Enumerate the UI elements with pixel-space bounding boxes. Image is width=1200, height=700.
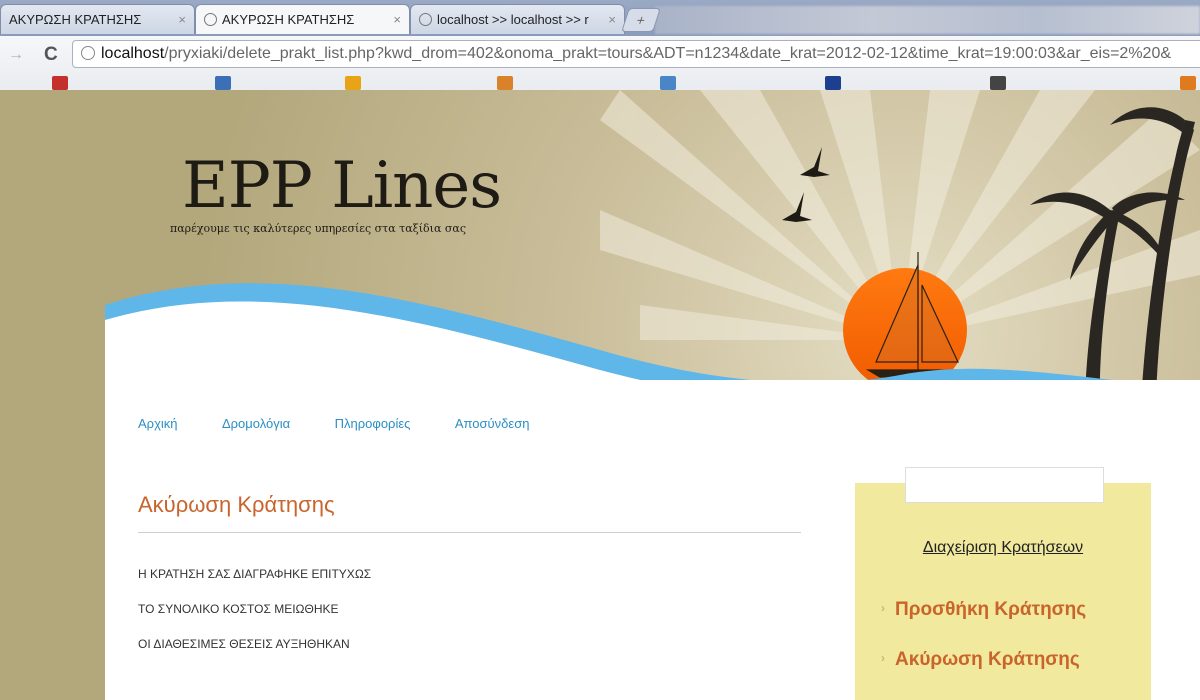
content-area: Αρχική Δρομολόγια Πληροφορίες Αποσύνδεση… <box>105 380 1200 700</box>
page-title: Ακύρωση Κράτησης <box>138 492 335 517</box>
nav-home[interactable]: Αρχική <box>138 416 178 431</box>
nav-info[interactable]: Πληροφορίες <box>335 416 411 431</box>
message-line: ΟΙ ΔΙΑΘΕΣΙΜΕΣ ΘΕΣΕΙΣ ΑΥΞΗΘΗΚΑΝ <box>138 637 350 651</box>
url-host: localhost <box>101 45 165 62</box>
tab-label: localhost >> localhost >> r <box>437 12 589 27</box>
divider <box>138 532 801 533</box>
sidebar-search-box[interactable] <box>905 467 1104 503</box>
sidebar-arrow-icon: › <box>881 601 885 615</box>
bookmark-icon[interactable] <box>497 76 513 90</box>
nav-routes[interactable]: Δρομολόγια <box>222 416 290 431</box>
bookmark-icon[interactable] <box>825 76 841 90</box>
globe-icon <box>81 46 95 60</box>
forward-arrow-icon[interactable]: → <box>8 46 24 64</box>
address-bar[interactable]: localhost/pryxiaki/delete_prakt_list.php… <box>72 40 1200 68</box>
globe-icon <box>204 13 217 26</box>
bookmark-icon[interactable] <box>215 76 231 90</box>
toolbar: → C localhost/pryxiaki/delete_prakt_list… <box>0 36 1200 90</box>
tab-2-active[interactable]: ΑΚΥΡΩΣΗ ΚΡΑΤΗΣΗΣ × <box>195 4 410 34</box>
main-nav: Αρχική Δρομολόγια Πληροφορίες Αποσύνδεση <box>138 415 569 433</box>
sidebar-arrow-icon: › <box>881 651 885 665</box>
sidebar-item-cancel-booking[interactable]: › Ακύρωση Κράτησης <box>881 649 1080 671</box>
bookmarks-bar <box>0 74 1200 90</box>
blurred-tab-area <box>655 6 1200 34</box>
header-banner <box>100 90 1200 430</box>
tab-label: ΑΚΥΡΩΣΗ ΚΡΑΤΗΣΗΣ <box>9 12 142 27</box>
nav-logout[interactable]: Αποσύνδεση <box>455 416 530 431</box>
message-line: ΤΟ ΣΥΝΟΛΙΚΟ ΚΟΣΤΟΣ ΜΕΙΩΘΗΚΕ <box>138 602 339 616</box>
sidebar: Διαχείριση Κρατήσεων › Προσθήκη Κράτησης … <box>855 467 1151 700</box>
tab-1[interactable]: ΑΚΥΡΩΣΗ ΚΡΑΤΗΣΗΣ × <box>0 4 195 34</box>
reload-icon[interactable]: C <box>44 44 58 66</box>
sidebar-item-label: Προσθήκη Κράτησης <box>895 599 1087 620</box>
bookmark-icon[interactable] <box>345 76 361 90</box>
bookmark-icon[interactable] <box>990 76 1006 90</box>
bookmark-icon[interactable] <box>1180 76 1196 90</box>
url-path: /pryxiaki/delete_prakt_list.php?kwd_drom… <box>164 45 1172 62</box>
message-line: Η ΚΡΑΤΗΣΗ ΣΑΣ ΔΙΑΓΡΑΦΗΚΕ ΕΠΙΤΥΧΩΣ <box>138 567 372 581</box>
sidebar-item-add-booking[interactable]: › Προσθήκη Κράτησης <box>881 599 1086 621</box>
tab-3[interactable]: localhost >> localhost >> r × <box>410 4 625 34</box>
site-tagline: παρέχουμε τις καλύτερες υπηρεσίες στα τα… <box>170 222 466 235</box>
tab-label: ΑΚΥΡΩΣΗ ΚΡΑΤΗΣΗΣ <box>222 12 355 27</box>
sidebar-item-label: Ακύρωση Κράτησης <box>895 649 1080 670</box>
close-icon[interactable]: × <box>178 5 186 34</box>
bookmark-icon[interactable] <box>660 76 676 90</box>
close-icon[interactable]: × <box>608 5 616 34</box>
tab-strip: ΑΚΥΡΩΣΗ ΚΡΑΤΗΣΗΣ × ΑΚΥΡΩΣΗ ΚΡΑΤΗΣΗΣ × lo… <box>0 0 1200 36</box>
globe-icon <box>419 13 432 26</box>
sidebar-heading[interactable]: Διαχείριση Κρατήσεων <box>855 539 1151 557</box>
bookmark-icon[interactable] <box>52 76 68 90</box>
site-logo[interactable]: EPP Lines <box>182 154 502 218</box>
page: EPP Lines παρέχουμε τις καλύτερες υπηρεσ… <box>0 90 1200 700</box>
close-icon[interactable]: × <box>393 5 401 34</box>
